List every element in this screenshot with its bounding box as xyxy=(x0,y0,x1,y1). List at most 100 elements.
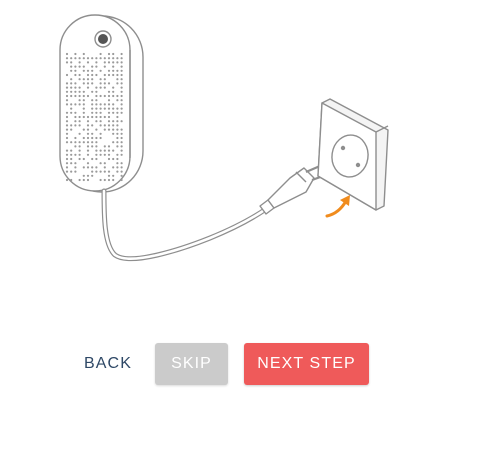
speaker-dot xyxy=(116,166,118,168)
speaker-dot xyxy=(100,70,102,72)
speaker-dot xyxy=(108,108,110,110)
speaker-dot xyxy=(112,129,114,131)
speaker-dot xyxy=(87,82,89,84)
speaker-dot xyxy=(70,179,72,181)
speaker-dot xyxy=(104,74,106,76)
speaker-dot xyxy=(121,166,123,168)
speaker-dot xyxy=(83,175,85,177)
speaker-dot xyxy=(95,112,97,114)
speaker-dot xyxy=(79,78,81,80)
speaker-dot xyxy=(112,179,114,181)
speaker-dot xyxy=(100,57,102,59)
speaker-dot xyxy=(66,166,68,168)
next-step-button[interactable]: NEXT STEP xyxy=(244,343,369,385)
speaker-dot xyxy=(87,145,89,147)
speaker-dot xyxy=(91,103,93,105)
skip-button[interactable]: SKIP xyxy=(155,343,228,385)
speaker-dot xyxy=(83,95,85,97)
speaker-dot xyxy=(100,179,102,181)
speaker-dot xyxy=(104,82,106,84)
speaker-dot xyxy=(70,108,72,110)
speaker-dot xyxy=(87,150,89,152)
speaker-dot xyxy=(112,120,114,122)
speaker-dot xyxy=(91,78,93,80)
speaker-dot xyxy=(74,66,76,68)
speaker-dot xyxy=(83,82,85,84)
speaker-dot xyxy=(116,78,118,80)
speaker-dot xyxy=(79,66,81,68)
speaker-dot xyxy=(70,124,72,126)
speaker-dot xyxy=(121,171,123,173)
speaker-dot xyxy=(104,61,106,63)
speaker-dot xyxy=(79,91,81,93)
speaker-dot xyxy=(108,91,110,93)
speaker-dot xyxy=(91,112,93,114)
speaker-dot xyxy=(79,158,81,160)
speaker-dot xyxy=(121,145,123,147)
speaker-dot xyxy=(100,108,102,110)
speaker-dot xyxy=(100,116,102,118)
speaker-dot xyxy=(108,116,110,118)
speaker-dot xyxy=(116,162,118,164)
speaker-dot xyxy=(91,137,93,139)
speaker-dot xyxy=(66,162,68,164)
speaker-dot xyxy=(91,66,93,68)
speaker-dot xyxy=(83,179,85,181)
speaker-dot xyxy=(83,158,85,160)
speaker-dot xyxy=(121,175,123,177)
speaker-dot xyxy=(104,145,106,147)
speaker-dot xyxy=(116,70,118,72)
speaker-dot xyxy=(87,87,89,89)
speaker-dot xyxy=(100,95,102,97)
speaker-dot xyxy=(91,145,93,147)
speaker-dot xyxy=(83,166,85,168)
speaker-dot xyxy=(70,158,72,160)
speaker-dot xyxy=(121,99,123,101)
speaker-dot xyxy=(79,116,81,118)
speaker-dot xyxy=(108,103,110,105)
speaker-dot xyxy=(116,74,118,76)
speaker-dot xyxy=(83,66,85,68)
speaker-dot xyxy=(104,57,106,59)
speaker-dot xyxy=(95,150,97,152)
speaker-dot xyxy=(70,150,72,152)
speaker-dot xyxy=(116,141,118,143)
speaker-dot xyxy=(112,103,114,105)
speaker-dot xyxy=(104,171,106,173)
speaker-dot xyxy=(74,91,76,93)
speaker-dot xyxy=(79,103,81,105)
speaker-dot xyxy=(100,103,102,105)
setup-illustration xyxy=(0,0,494,300)
speaker-dot xyxy=(95,120,97,122)
speaker-dot xyxy=(116,82,118,84)
speaker-dot xyxy=(121,162,123,164)
speaker-dot xyxy=(70,87,72,89)
speaker-dot xyxy=(121,70,123,72)
speaker-dot xyxy=(108,175,110,177)
back-button[interactable]: BACK xyxy=(78,343,138,385)
speaker-dot xyxy=(108,82,110,84)
speaker-dot xyxy=(121,74,123,76)
speaker-dot xyxy=(100,171,102,173)
speaker-dot xyxy=(79,141,81,143)
speaker-dot xyxy=(104,103,106,105)
speaker-dot xyxy=(74,87,76,89)
speaker-dot xyxy=(95,154,97,156)
speaker-dot xyxy=(83,53,85,55)
speaker-dot xyxy=(79,95,81,97)
speaker-dot xyxy=(100,154,102,156)
speaker-dot xyxy=(87,175,89,177)
speaker-dot xyxy=(79,61,81,63)
speaker-dot xyxy=(108,171,110,173)
speaker-dot xyxy=(79,87,81,89)
speaker-dot xyxy=(87,57,89,59)
speaker-dot xyxy=(91,133,93,135)
speaker-dot xyxy=(95,116,97,118)
speaker-dot xyxy=(83,116,85,118)
speaker-dot xyxy=(121,53,123,55)
speaker-dot xyxy=(100,137,102,139)
speaker-dot xyxy=(116,61,118,63)
speaker-dot xyxy=(116,95,118,97)
speaker-dot xyxy=(70,61,72,63)
speaker-dot xyxy=(70,129,72,131)
